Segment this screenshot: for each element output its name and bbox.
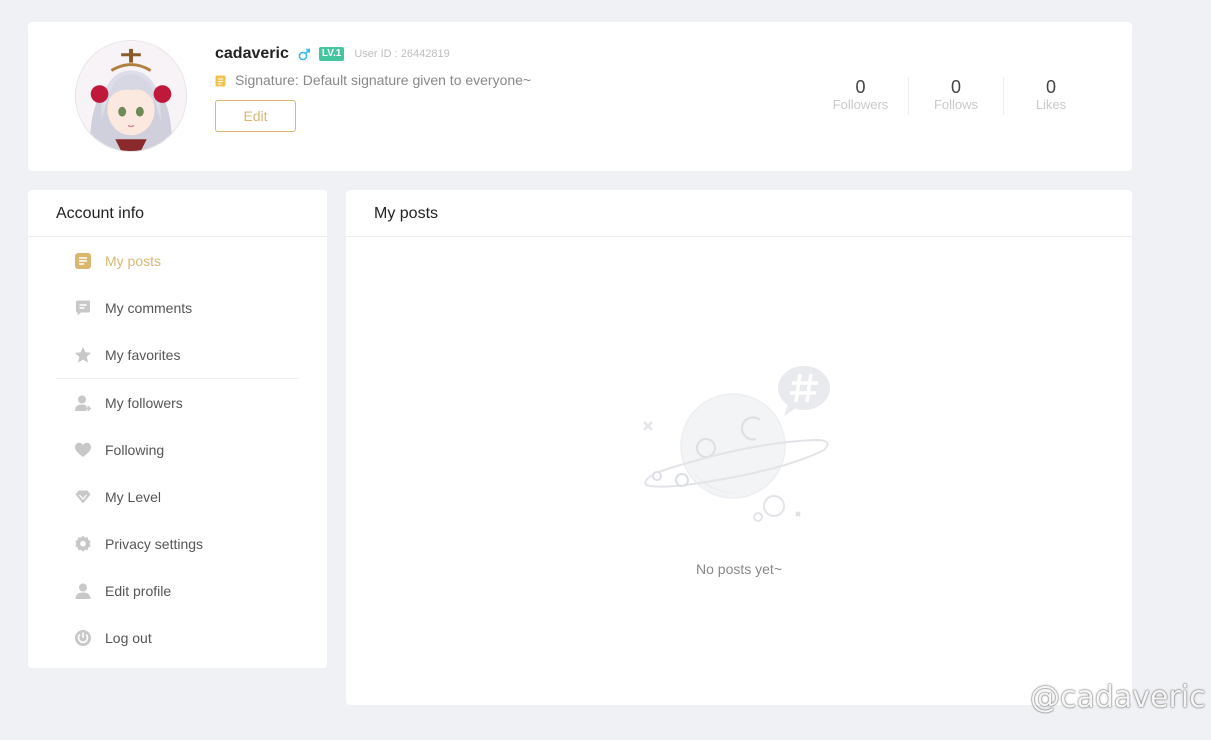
empty-planet-illustration (638, 362, 838, 532)
stat-label: Likes (1035, 97, 1067, 112)
sidebar-item-my-favorites[interactable]: My favorites (28, 331, 327, 378)
sidebar-item-label: My Level (105, 488, 162, 505)
signature-text: Signature: Default signature given to ev… (235, 72, 532, 88)
account-sidebar: Account info My posts My comments My fav… (28, 190, 327, 668)
sidebar-item-label: Edit profile (105, 582, 172, 599)
signature-icon (215, 74, 226, 87)
avatar[interactable] (75, 40, 187, 152)
stat-label: Followers (832, 97, 889, 112)
diamond-icon (74, 488, 92, 506)
stat-follows[interactable]: 0 Follows (908, 77, 1003, 115)
posts-icon (74, 252, 92, 270)
sidebar-item-my-comments[interactable]: My comments (28, 284, 327, 331)
sidebar-item-my-followers[interactable]: My followers (28, 379, 327, 426)
user-plus-icon (74, 394, 92, 412)
sidebar-item-my-posts[interactable]: My posts (28, 237, 327, 284)
comment-icon (74, 299, 92, 317)
empty-state-text: No posts yet~ (696, 561, 782, 577)
sidebar-item-label: Privacy settings (105, 535, 204, 552)
stat-likes[interactable]: 0 Likes (1003, 77, 1098, 115)
male-icon (298, 47, 310, 61)
sidebar-title: Account info (28, 190, 327, 237)
stat-value: 0 (855, 77, 866, 97)
profile-stats: 0 Followers 0 Follows 0 Likes (813, 77, 1098, 115)
star-icon (74, 346, 92, 364)
stat-value: 0 (1045, 77, 1056, 97)
username: cadaveric (215, 45, 289, 62)
sidebar-item-log-out[interactable]: Log out (28, 614, 327, 661)
main-panel: My posts No posts yet~ (346, 190, 1132, 705)
power-icon (74, 629, 92, 647)
sidebar-item-privacy-settings[interactable]: Privacy settings (28, 520, 327, 567)
sidebar-item-label: Following (105, 441, 165, 458)
sidebar-item-label: Log out (105, 629, 152, 646)
level-badge: LV.1 (318, 47, 345, 61)
stat-value: 0 (950, 77, 961, 97)
sidebar-item-label: My favorites (105, 346, 181, 363)
stat-followers[interactable]: 0 Followers (813, 77, 908, 115)
sidebar-item-following[interactable]: Following (28, 426, 327, 473)
user-icon (74, 582, 92, 600)
avatar-image (76, 41, 186, 151)
user-id: User ID : 26442819 (354, 48, 450, 60)
main-title: My posts (346, 190, 1132, 237)
sidebar-item-label: My comments (105, 299, 193, 316)
edit-button[interactable]: Edit (215, 100, 296, 132)
sidebar-item-my-level[interactable]: My Level (28, 473, 327, 520)
profile-card: cadaveric LV.1 User ID : 26442819 Signat… (28, 22, 1132, 171)
gear-icon (74, 535, 92, 553)
heart-icon (74, 441, 92, 459)
stat-label: Follows (933, 97, 979, 112)
watermark: @cadaveric (1030, 680, 1206, 715)
sidebar-item-label: My posts (105, 252, 162, 269)
sidebar-item-label: My followers (105, 394, 183, 411)
sidebar-item-edit-profile[interactable]: Edit profile (28, 567, 327, 614)
